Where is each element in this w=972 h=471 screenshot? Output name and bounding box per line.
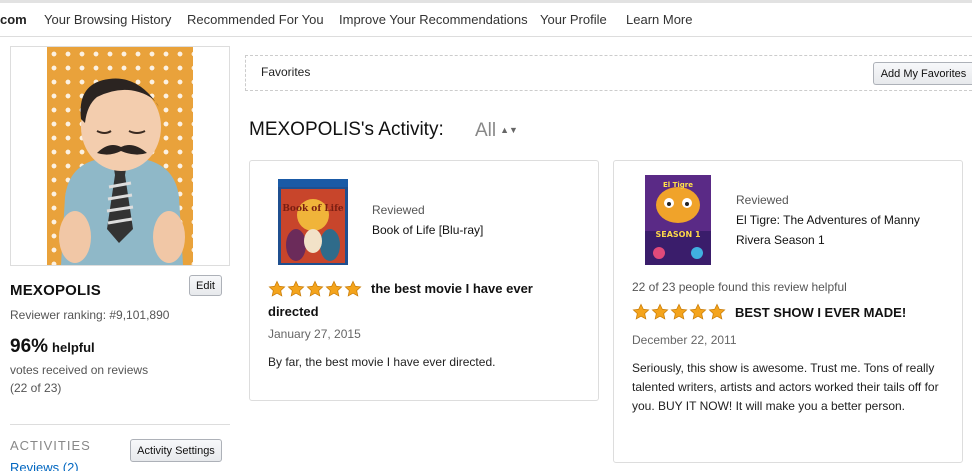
- activity-card: El Tigre SEASON 1 Reviewed El Tigre: The…: [613, 160, 963, 463]
- favorites-section: Favorites Add My Favorites: [245, 55, 972, 91]
- star-icon: [670, 303, 688, 320]
- review-date: December 22, 2011: [632, 333, 737, 347]
- activity-settings-button[interactable]: Activity Settings: [130, 439, 222, 462]
- nav-learn-more[interactable]: Learn More: [626, 12, 692, 27]
- review-body: By far, the best movie I have ever direc…: [268, 355, 496, 369]
- profile-photo[interactable]: [47, 47, 193, 265]
- nav-browsing-history[interactable]: Your Browsing History: [44, 12, 171, 27]
- nav-improve-recommendations[interactable]: Improve Your Recommendations: [339, 12, 528, 27]
- votes-count: (22 of 23): [10, 381, 62, 395]
- reviewed-label: Reviewed: [736, 193, 789, 207]
- review-body: Seriously, this show is awesome. Trust m…: [632, 361, 939, 413]
- product-title-link[interactable]: Book of Life [Blu-ray]: [372, 220, 582, 240]
- svg-text:El Tigre: El Tigre: [663, 181, 693, 189]
- helpful-percentage: 96%: [10, 336, 49, 357]
- profile-photo-frame: [10, 46, 230, 266]
- svg-text:Book of Life: Book of Life: [282, 204, 344, 214]
- sort-arrows-icon: ▲▼: [500, 125, 518, 135]
- helpful-summary: 96% helpful: [10, 336, 95, 358]
- top-navigation: com Your Browsing History Recommended Fo…: [0, 0, 972, 37]
- found-helpful-text: 22 of 23 people found this review helpfu…: [632, 280, 847, 294]
- reviews-link[interactable]: Reviews (2): [10, 460, 79, 471]
- edit-profile-button[interactable]: Edit: [189, 275, 222, 296]
- profile-sidebar: MEXOPOLIS Edit Reviewer ranking: #9,101,…: [10, 46, 230, 471]
- reviewer-ranking: Reviewer ranking: #9,101,890: [10, 308, 170, 322]
- review-headline-link[interactable]: the best movie I have ever directed: [268, 277, 568, 323]
- activity-title: MEXOPOLIS's Activity:: [249, 119, 444, 140]
- star-icon: [632, 303, 650, 320]
- review-headline-link[interactable]: BEST SHOW I EVER MADE!: [735, 301, 955, 324]
- activities-heading: ACTIVITIES: [10, 438, 91, 453]
- nav-your-profile[interactable]: Your Profile: [540, 12, 607, 27]
- sidebar-divider: [10, 424, 230, 425]
- activity-filter-select[interactable]: All ▲▼: [475, 120, 518, 142]
- svg-text:SEASON 1: SEASON 1: [655, 230, 700, 239]
- reviewed-label: Reviewed: [372, 203, 425, 217]
- star-icon: [708, 303, 726, 320]
- star-rating: [632, 303, 726, 321]
- activity-card: Book of Life Reviewed Book of Life [Blu-…: [249, 160, 599, 401]
- star-icon: [651, 303, 669, 320]
- nav-recommended[interactable]: Recommended For You: [187, 12, 324, 27]
- product-cover-image[interactable]: El Tigre SEASON 1: [645, 175, 711, 265]
- product-cover-image[interactable]: Book of Life: [278, 179, 348, 265]
- review-date: January 27, 2015: [268, 327, 361, 341]
- brand-text[interactable]: com: [0, 12, 27, 27]
- star-icon: [689, 303, 707, 320]
- profile-name: MEXOPOLIS: [10, 282, 101, 299]
- activity-filter-value: All: [475, 120, 497, 141]
- add-my-favorites-button[interactable]: Add My Favorites: [873, 62, 972, 85]
- product-title-link[interactable]: El Tigre: The Adventures of Manny Rivera…: [736, 210, 951, 250]
- favorites-label: Favorites: [261, 65, 311, 79]
- votes-text: votes received on reviews: [10, 363, 149, 377]
- helpful-label: helpful: [52, 340, 95, 355]
